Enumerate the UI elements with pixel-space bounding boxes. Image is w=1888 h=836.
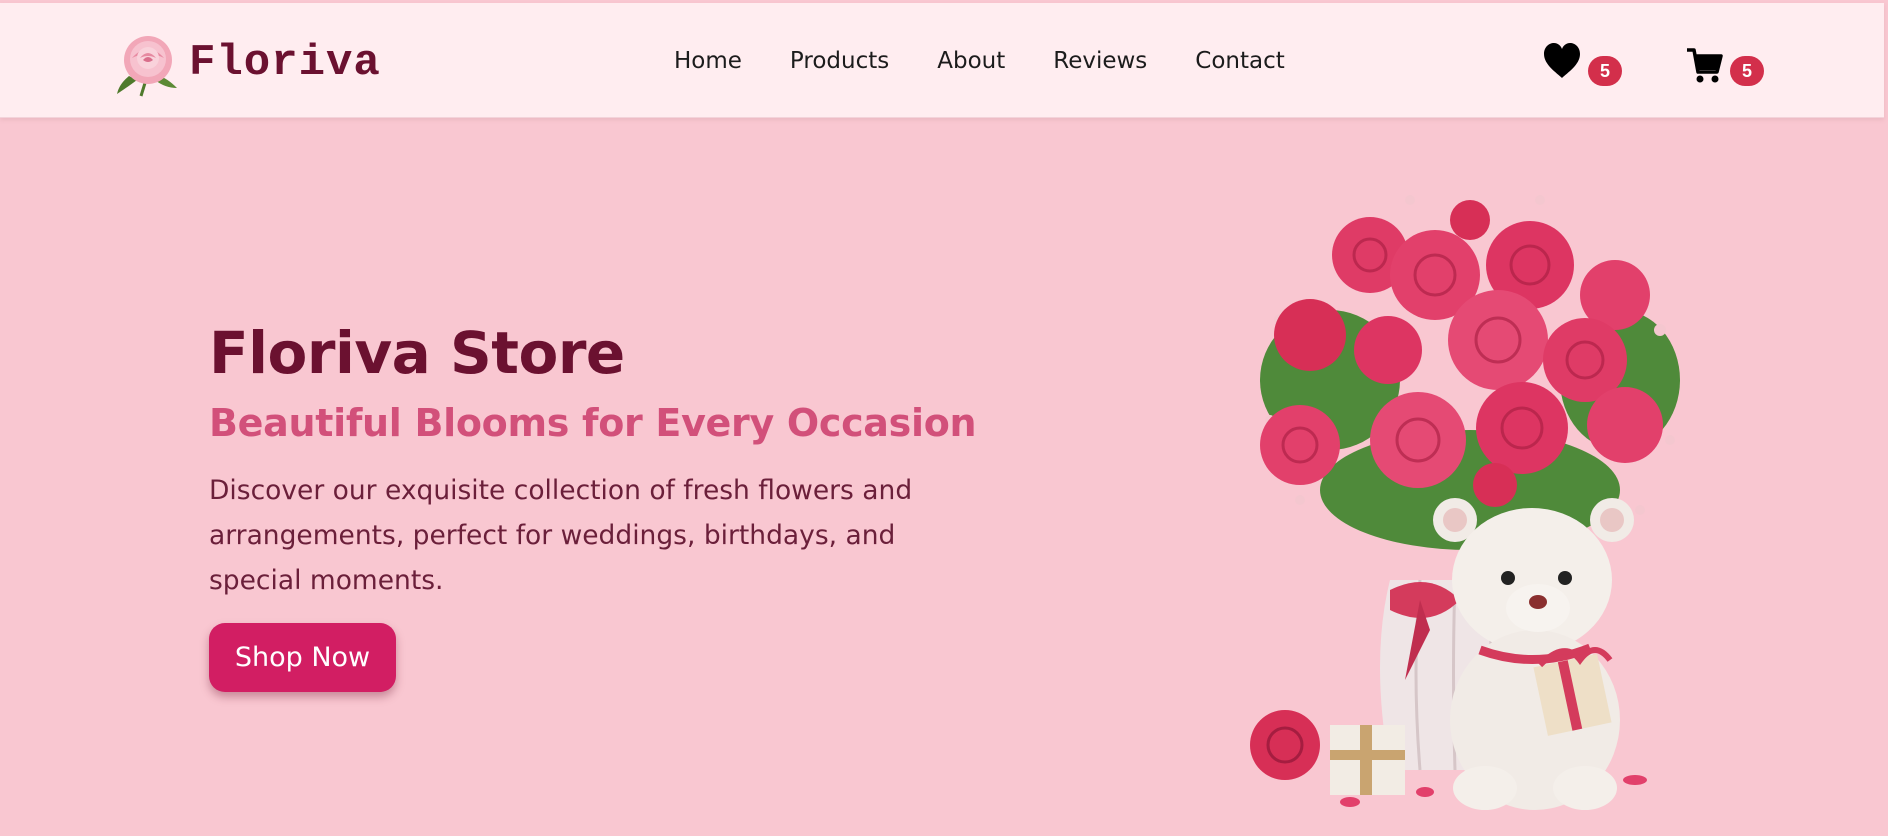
- brand-name: Floriva: [189, 38, 381, 88]
- brand-logo[interactable]: Floriva: [115, 28, 381, 98]
- wishlist-count-badge: 5: [1588, 56, 1622, 86]
- cart-icon: [1687, 48, 1723, 83]
- bouquet-teddy-image: [1250, 195, 1680, 810]
- nav-products[interactable]: Products: [790, 48, 889, 74]
- rose-icon: [117, 36, 177, 97]
- main-nav: Home Products About Reviews Contact: [674, 48, 1285, 74]
- heart-icon: [1544, 43, 1580, 78]
- hero-description: Discover our exquisite collection of fre…: [209, 475, 913, 596]
- shop-now-button[interactable]: Shop Now: [209, 623, 396, 692]
- nav-contact[interactable]: Contact: [1195, 48, 1284, 74]
- hero-subtitle: Beautiful Blooms for Every Occasion: [209, 401, 977, 445]
- nav-reviews[interactable]: Reviews: [1053, 48, 1147, 74]
- site-header: Floriva Home Products About Reviews Cont…: [0, 3, 1884, 118]
- hero-title: Floriva Store: [209, 319, 625, 387]
- cart-button[interactable]: 5: [1686, 47, 1766, 97]
- nav-home[interactable]: Home: [674, 48, 742, 74]
- cart-count-badge: 5: [1730, 56, 1764, 86]
- wishlist-button[interactable]: 5: [1543, 43, 1623, 93]
- nav-about[interactable]: About: [937, 48, 1005, 74]
